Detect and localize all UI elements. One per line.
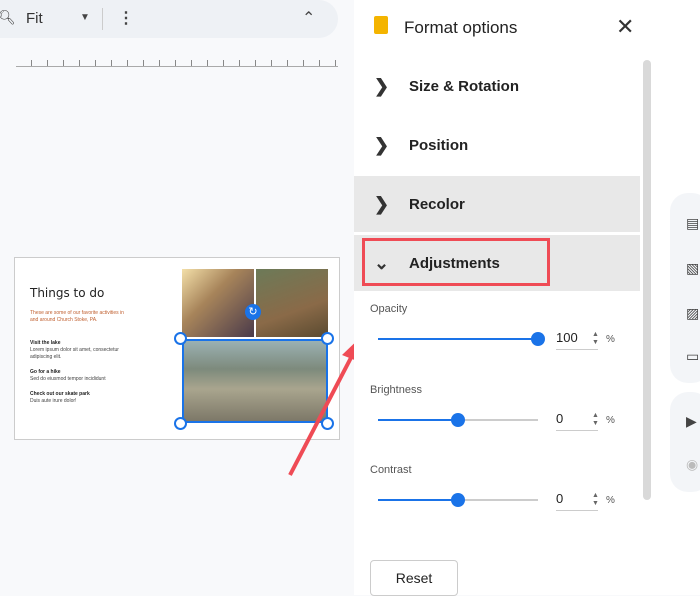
slide-title: Things to do (30, 286, 105, 300)
section-size-rotation[interactable]: ❯ Size & Rotation (354, 58, 640, 114)
scrollbar[interactable] (643, 60, 651, 500)
chevron-down-icon[interactable]: ▼ (80, 12, 90, 23)
section-label: Recolor (409, 195, 465, 213)
slider-fill (378, 419, 458, 421)
image-icon[interactable]: ▨ (686, 305, 699, 322)
slider-knob[interactable] (531, 332, 545, 346)
section-position[interactable]: ❯ Position (354, 117, 640, 173)
chevron-right-icon: ❯ (373, 75, 390, 96)
radio-icon[interactable]: ◉ (686, 456, 698, 473)
unit-label: % (606, 334, 615, 345)
slide-item-heading: Check out our skate park (30, 391, 90, 397)
panel-title: Format options (404, 18, 518, 37)
ruler (16, 60, 338, 67)
video-icon[interactable]: ▶ (686, 413, 697, 430)
opacity-slider[interactable] (378, 332, 545, 346)
divider (102, 8, 103, 30)
slider-fill (378, 338, 538, 340)
folder-icon[interactable]: ▭ (686, 348, 699, 365)
text-box-icon[interactable]: ▤ (686, 215, 699, 232)
chevron-right-icon: ❯ (373, 193, 390, 214)
slide-item-text: Duis aute irure dolor! (30, 398, 77, 404)
slider-knob[interactable] (451, 413, 465, 427)
slide-item-heading: Visit the lake (30, 340, 61, 346)
stepper-icon[interactable]: ▲ ▼ (592, 412, 599, 428)
slider-label: Opacity (370, 303, 408, 315)
unit-label: % (606, 415, 615, 426)
zoom-toolbar: 🔍︎ Fit ▼ ⋮ ⌃ (0, 0, 338, 38)
chevron-right-icon: ❯ (373, 134, 390, 155)
section-recolor[interactable]: ❯ Recolor (354, 176, 640, 232)
right-sidebar: ▤ ▧ ▨ ▭ ▶ ◉ (655, 0, 700, 595)
slide-intro: These are some of our favorite activitie… (30, 310, 124, 323)
contrast-slider[interactable] (378, 493, 538, 507)
slide-item-text: Sed do eiusmod tempor incididunt (30, 376, 106, 382)
zoom-icon[interactable]: 🔍︎ (0, 9, 16, 26)
slider-label: Brightness (370, 384, 422, 396)
close-icon[interactable]: ✕ (616, 14, 634, 40)
more-icon[interactable]: ⋮ (118, 8, 134, 28)
paint-roller-icon (374, 16, 388, 34)
stepper-icon[interactable]: ▲ ▼ (592, 492, 599, 508)
rotate-handle-icon[interactable]: ↻ (245, 304, 261, 320)
slide-item-text: Lorem ipsum dolor sit amet, consectetur … (30, 347, 119, 360)
slider-knob[interactable] (451, 493, 465, 507)
zoom-select[interactable]: Fit (26, 10, 43, 27)
resize-handle[interactable] (174, 417, 187, 430)
brightness-slider[interactable] (378, 413, 538, 427)
photos-icon[interactable]: ▧ (686, 260, 699, 277)
lake-photo[interactable] (182, 269, 254, 337)
chevron-up-icon[interactable]: ⌃ (302, 8, 315, 28)
format-options-panel: Format options ✕ ❯ Size & Rotation ❯ Posit… (354, 0, 655, 596)
highlight-box (362, 238, 550, 286)
section-label: Position (409, 136, 469, 154)
slider-fill (378, 499, 458, 501)
stepper-icon[interactable]: ▲ ▼ (592, 331, 599, 347)
resize-handle[interactable] (174, 332, 187, 345)
section-label: Size & Rotation (409, 77, 520, 95)
reset-button[interactable]: Reset (370, 560, 458, 596)
unit-label: % (606, 495, 615, 506)
slider-label: Contrast (370, 464, 412, 476)
slide-item-heading: Go for a hike (30, 369, 61, 375)
